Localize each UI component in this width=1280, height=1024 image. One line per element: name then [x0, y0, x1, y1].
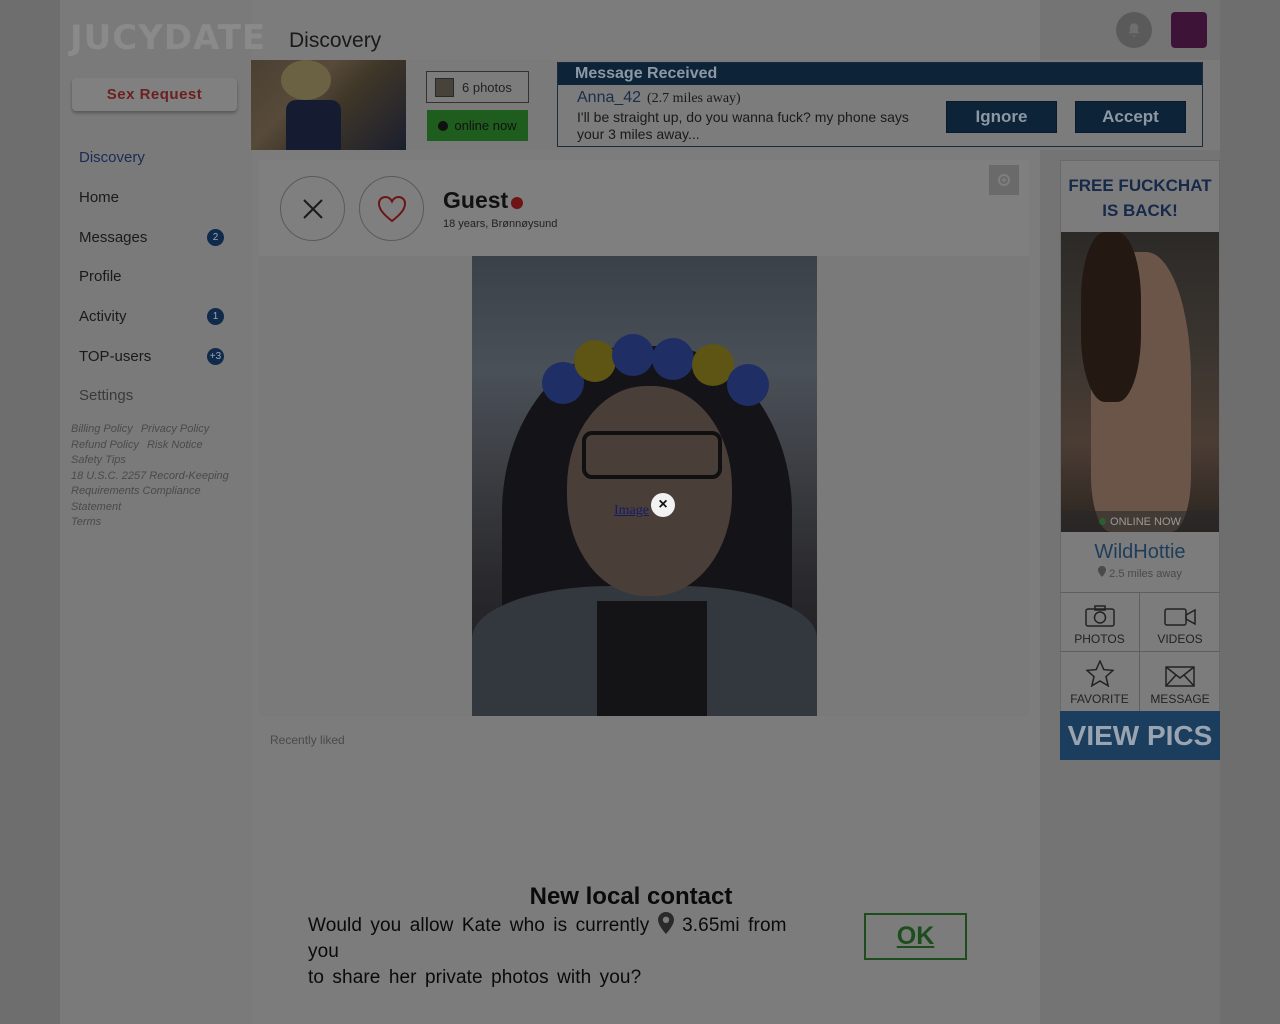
activity-count-badge: 1 [207, 308, 224, 326]
close-icon [302, 198, 323, 219]
ad-headline-line-2: IS BACK! [1102, 201, 1178, 220]
online-dot-icon [438, 120, 449, 131]
sidebar-item-activity[interactable]: Activity 1 [79, 297, 229, 337]
like-button[interactable] [359, 176, 424, 241]
accept-button[interactable]: Accept [1075, 101, 1186, 133]
sidebar-item-label: Settings [79, 387, 134, 405]
privacy-policy-link[interactable]: Privacy Policy [141, 423, 209, 435]
sidebar-item-label: TOP-users [79, 347, 152, 365]
ad-photos-button[interactable]: PHOTOS [1060, 593, 1140, 652]
profile-main-photo[interactable] [472, 256, 817, 716]
ad-favorite-button[interactable]: FAVORITE [1060, 652, 1140, 711]
local-contact-text: Would you allow Kate who is currently 3.… [308, 912, 818, 991]
notifications-button[interactable] [1116, 12, 1152, 48]
photos-count-chip[interactable]: 6 photos [426, 71, 529, 103]
billing-policy-link[interactable]: Billing Policy [71, 423, 133, 435]
ok-button[interactable]: OK [864, 913, 967, 960]
ad-distance: 2.5 miles away [1060, 566, 1220, 580]
photos-count-label: 6 photos [462, 79, 512, 95]
image-label: Image [614, 503, 649, 518]
message-text: I'll be straight up, do you wanna fuck? … [577, 109, 909, 142]
gear-icon [998, 174, 1010, 186]
recently-liked-label: Recently liked [270, 733, 345, 747]
user-avatar[interactable] [1171, 12, 1207, 48]
view-pics-button[interactable]: VIEW PICS [1060, 711, 1220, 760]
message-heading: Message Received [558, 63, 1202, 85]
sex-request-button[interactable]: Sex Request [72, 78, 237, 111]
profile-options-button[interactable] [989, 165, 1019, 195]
ad-photo[interactable]: ONLINE NOW [1061, 232, 1219, 532]
sidebar-item-settings[interactable]: Settings [79, 376, 229, 416]
video-camera-icon [1164, 608, 1196, 626]
online-now-chip: online now [427, 110, 528, 141]
online-now-label: online now [454, 118, 517, 133]
envelope-icon [1165, 666, 1195, 687]
ad-actions-grid: PHOTOS VIDEOS FAVORITE MESSAGE [1060, 592, 1220, 711]
sidebar-item-label: Profile [79, 268, 122, 286]
sidebar-item-label: Activity [79, 308, 127, 326]
page-title: Discovery [289, 29, 382, 52]
sidebar-item-top-users[interactable]: TOP-users +3 [79, 336, 229, 376]
sender-photo[interactable] [251, 60, 406, 150]
ignore-button[interactable]: Ignore [946, 101, 1057, 133]
sidebar-nav: Discovery Home Messages 2 Profile Activi… [79, 138, 229, 416]
ad-online-label: ONLINE NOW [1110, 515, 1181, 528]
sidebar-item-profile[interactable]: Profile [79, 257, 229, 297]
local-contact-title: New local contact [529, 883, 733, 910]
flower-crown [542, 334, 772, 406]
sidebar-item-label: Messages [79, 228, 148, 246]
close-image-button[interactable]: × [651, 493, 675, 517]
safety-tips-link[interactable]: Safety Tips [71, 454, 126, 466]
message-received-box: Message Received Anna_42 (2.7 miles away… [557, 62, 1203, 147]
profile-meta: 18 years, Brønnøysund [443, 218, 558, 230]
location-pin-icon [657, 912, 674, 934]
ad-online-badge: ONLINE NOW [1061, 511, 1219, 532]
record-keeping-link[interactable]: 18 U.S.C. 2257 Record-Keeping Requiremen… [71, 470, 229, 513]
messages-count-badge: 2 [207, 228, 224, 246]
top-users-count-badge: +3 [207, 347, 224, 365]
risk-notice-link[interactable]: Risk Notice [147, 439, 203, 451]
brand-logo[interactable]: JUCYDATE [70, 18, 266, 58]
ad-videos-button[interactable]: VIDEOS [1140, 593, 1220, 652]
sidebar-item-label: Discovery [79, 149, 145, 167]
heart-icon [377, 195, 406, 222]
sidebar-item-messages[interactable]: Messages 2 [79, 217, 229, 257]
profile-name: Guest [443, 187, 509, 213]
sender-distance: (2.7 miles away) [647, 91, 741, 106]
photo-thumb [435, 77, 454, 97]
online-dot-icon [1099, 518, 1107, 525]
legal-links: Billing Policy Privacy Policy Refund Pol… [71, 422, 246, 531]
ad-profile-name[interactable]: WildHottie [1060, 541, 1220, 564]
terms-link[interactable]: Terms [71, 516, 101, 528]
refund-policy-link[interactable]: Refund Policy [71, 439, 139, 451]
star-icon [1085, 660, 1114, 687]
ad-headline-line-1: FREE FUCKCHAT [1068, 176, 1212, 195]
ad-message-button[interactable]: MESSAGE [1140, 652, 1220, 711]
dislike-button[interactable] [280, 176, 345, 241]
ad-headline: FREE FUCKCHAT IS BACK! [1060, 173, 1220, 223]
status-icon [511, 197, 523, 209]
sidebar-item-discovery[interactable]: Discovery [79, 138, 229, 178]
sidebar-item-label: Home [79, 189, 120, 207]
location-pin-icon [1098, 566, 1107, 577]
sender-name-link[interactable]: Anna_42 [577, 89, 641, 107]
sidebar-item-home[interactable]: Home [79, 178, 229, 218]
bell-icon [1128, 23, 1140, 37]
camera-icon [1084, 605, 1115, 627]
